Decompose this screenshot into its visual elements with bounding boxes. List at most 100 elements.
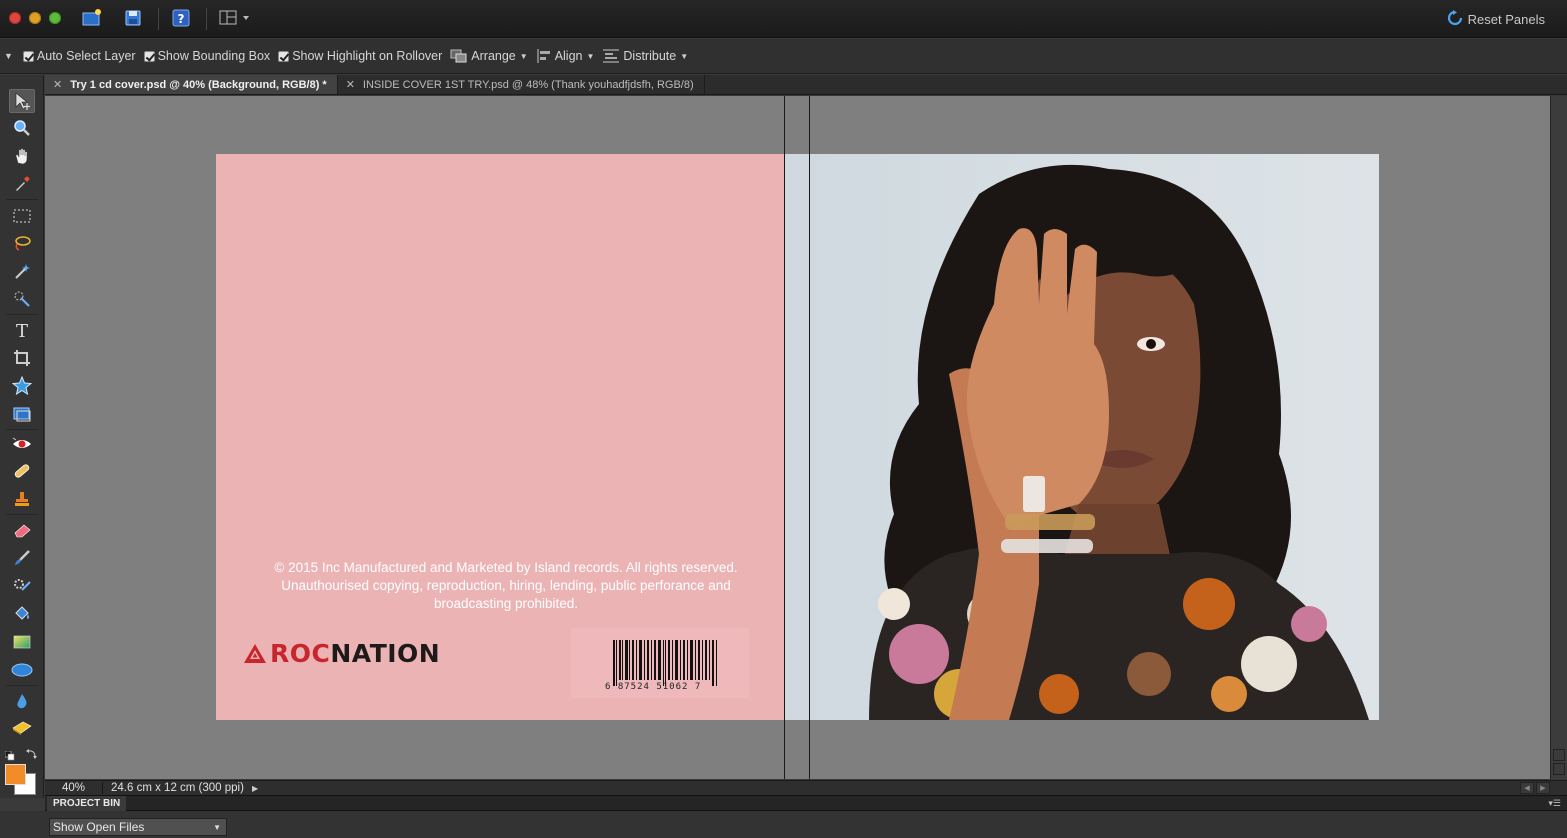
foreground-color-swatch[interactable]	[5, 764, 26, 785]
magnifier-icon	[14, 120, 30, 136]
show-open-files-select[interactable]: Show Open Files ▼	[49, 818, 227, 836]
magic-wand-icon	[15, 264, 30, 279]
barcode-area: 6 87524 51062 7	[571, 628, 749, 698]
chevron-down-icon: ▼	[680, 51, 689, 61]
portrait-photo-illustration	[869, 164, 1369, 720]
align-icon	[537, 49, 550, 63]
gear-brush-icon	[14, 579, 31, 591]
chevron-down-icon: ▼	[213, 823, 221, 832]
close-icon[interactable]: ✕	[346, 78, 355, 91]
sponge-tool[interactable]	[9, 716, 35, 740]
show-highlight-checkbox[interactable]: Show Highlight on Rollover	[278, 49, 442, 63]
scroll-left-arrow-icon[interactable]: ◀	[1520, 782, 1534, 794]
bandage-icon	[14, 464, 30, 478]
project-bin-panel: Show Open Files ▼	[0, 811, 1567, 838]
zoom-tool[interactable]	[9, 116, 35, 140]
align-menu[interactable]: Align ▼	[536, 49, 595, 63]
lasso-icon	[15, 236, 31, 251]
svg-text:?: ?	[178, 12, 185, 26]
type-icon: T	[16, 321, 28, 339]
marquee-tool[interactable]	[9, 204, 35, 228]
legal-line: Unauthourised copying, reproduction, hir…	[281, 578, 731, 593]
front-cover-photo	[809, 154, 1379, 720]
swap-colors-icon[interactable]	[26, 747, 38, 759]
project-bin-tab[interactable]: PROJECT BIN	[47, 796, 127, 811]
zoom-level-field[interactable]: 40%	[45, 782, 103, 794]
align-label: Align	[554, 49, 583, 63]
shape-tool[interactable]	[9, 658, 35, 682]
arrange-icon	[450, 49, 467, 63]
checkbox-checked-icon	[278, 50, 290, 62]
move-tool[interactable]	[9, 89, 35, 113]
gradient-icon	[13, 635, 31, 649]
close-icon[interactable]: ✕	[53, 78, 62, 91]
show-highlight-label: Show Highlight on Rollover	[292, 49, 443, 63]
brush-icon	[15, 550, 30, 565]
water-drop-icon	[17, 694, 27, 709]
scroll-down-arrow-icon[interactable]	[1553, 763, 1565, 775]
tool-options-bar: ▼ Auto Select Layer Show Bounding Box Sh…	[0, 39, 1567, 74]
title-bar: ? Reset Panels	[0, 0, 1567, 38]
star-shape-icon	[12, 376, 32, 396]
show-bounding-box-checkbox[interactable]: Show Bounding Box	[143, 49, 270, 63]
panel-menu-icon[interactable]: ▾☰	[1548, 798, 1561, 809]
zoom-window-button[interactable]	[49, 12, 61, 24]
lasso-tool[interactable]	[9, 231, 35, 255]
tab-inside-cover[interactable]: ✕ INSIDE COVER 1ST TRY.psd @ 48% (Thank …	[338, 75, 705, 94]
type-tool[interactable]: T	[9, 318, 35, 342]
move-arrow-icon	[15, 92, 30, 110]
auto-select-layer-label: Auto Select Layer	[36, 49, 136, 63]
canvas-area[interactable]: © 2015 Inc Manufactured and Marketed by …	[45, 96, 1550, 779]
spot-healing-tool[interactable]	[9, 459, 35, 483]
paint-bucket-tool[interactable]	[9, 602, 35, 626]
close-window-button[interactable]	[9, 12, 21, 24]
cookie-cutter-tool[interactable]	[9, 374, 35, 398]
vertical-scrollbar[interactable]	[1550, 96, 1567, 779]
magic-wand-tool[interactable]	[9, 259, 35, 283]
hand-icon	[15, 148, 28, 165]
spine-panel	[784, 154, 809, 720]
status-menu-arrow-icon[interactable]: ▶	[252, 784, 258, 793]
tab-label: Try 1 cd cover.psd @ 40% (Background, RG…	[70, 78, 327, 91]
eraser-tool[interactable]	[9, 518, 35, 542]
default-colors-icon[interactable]	[4, 748, 15, 761]
gradient-tool[interactable]	[9, 630, 35, 654]
vertical-guide[interactable]	[809, 96, 810, 779]
reset-panels-button[interactable]: Reset Panels	[1447, 9, 1545, 29]
scroll-up-arrow-icon[interactable]	[1553, 749, 1565, 761]
straighten-tool[interactable]	[9, 402, 35, 426]
minimize-window-button[interactable]	[29, 12, 41, 24]
smart-brush-tool[interactable]	[9, 574, 35, 598]
options-menu-chevron-icon[interactable]: ▼	[4, 51, 13, 61]
blur-tool[interactable]	[9, 689, 35, 713]
red-eye-tool[interactable]	[9, 432, 35, 456]
logo-text-roc: ROC	[270, 639, 331, 668]
clone-stamp-tool[interactable]	[9, 487, 35, 511]
crop-tool[interactable]	[9, 346, 35, 370]
distribute-menu[interactable]: Distribute ▼	[602, 49, 688, 63]
refresh-icon	[1447, 9, 1463, 29]
auto-select-layer-checkbox[interactable]: Auto Select Layer	[22, 49, 136, 63]
hand-tool[interactable]	[9, 144, 35, 168]
svg-text:T: T	[16, 321, 28, 339]
rectangle-marquee-icon	[13, 209, 31, 223]
scroll-right-arrow-icon[interactable]: ▶	[1536, 782, 1550, 794]
select-value: Show Open Files	[53, 820, 145, 834]
tab-label: INSIDE COVER 1ST TRY.psd @ 48% (Thank yo…	[362, 78, 694, 91]
tab-try-1-cd-cover[interactable]: ✕ Try 1 cd cover.psd @ 40% (Background, …	[45, 75, 338, 94]
legal-line: broadcasting prohibited.	[433, 596, 579, 611]
chevron-down-icon: ▼	[586, 51, 595, 61]
rocnation-logo: ROCNATION	[243, 639, 440, 668]
arrange-menu[interactable]: Arrange ▼	[450, 49, 528, 63]
roc-diamond-icon	[244, 643, 266, 663]
workspace-layout-menu[interactable]	[218, 8, 254, 28]
eyedropper-tool[interactable]	[9, 172, 35, 196]
help-icon[interactable]: ?	[170, 8, 192, 28]
brush-tool[interactable]	[9, 546, 35, 570]
save-icon[interactable]	[122, 8, 144, 28]
vertical-guide[interactable]	[784, 96, 785, 779]
ellipse-shape-icon	[11, 663, 33, 677]
quick-selection-tool[interactable]	[9, 287, 35, 311]
logo-text-nation: NATION	[330, 639, 441, 668]
new-file-icon[interactable]	[81, 8, 103, 28]
